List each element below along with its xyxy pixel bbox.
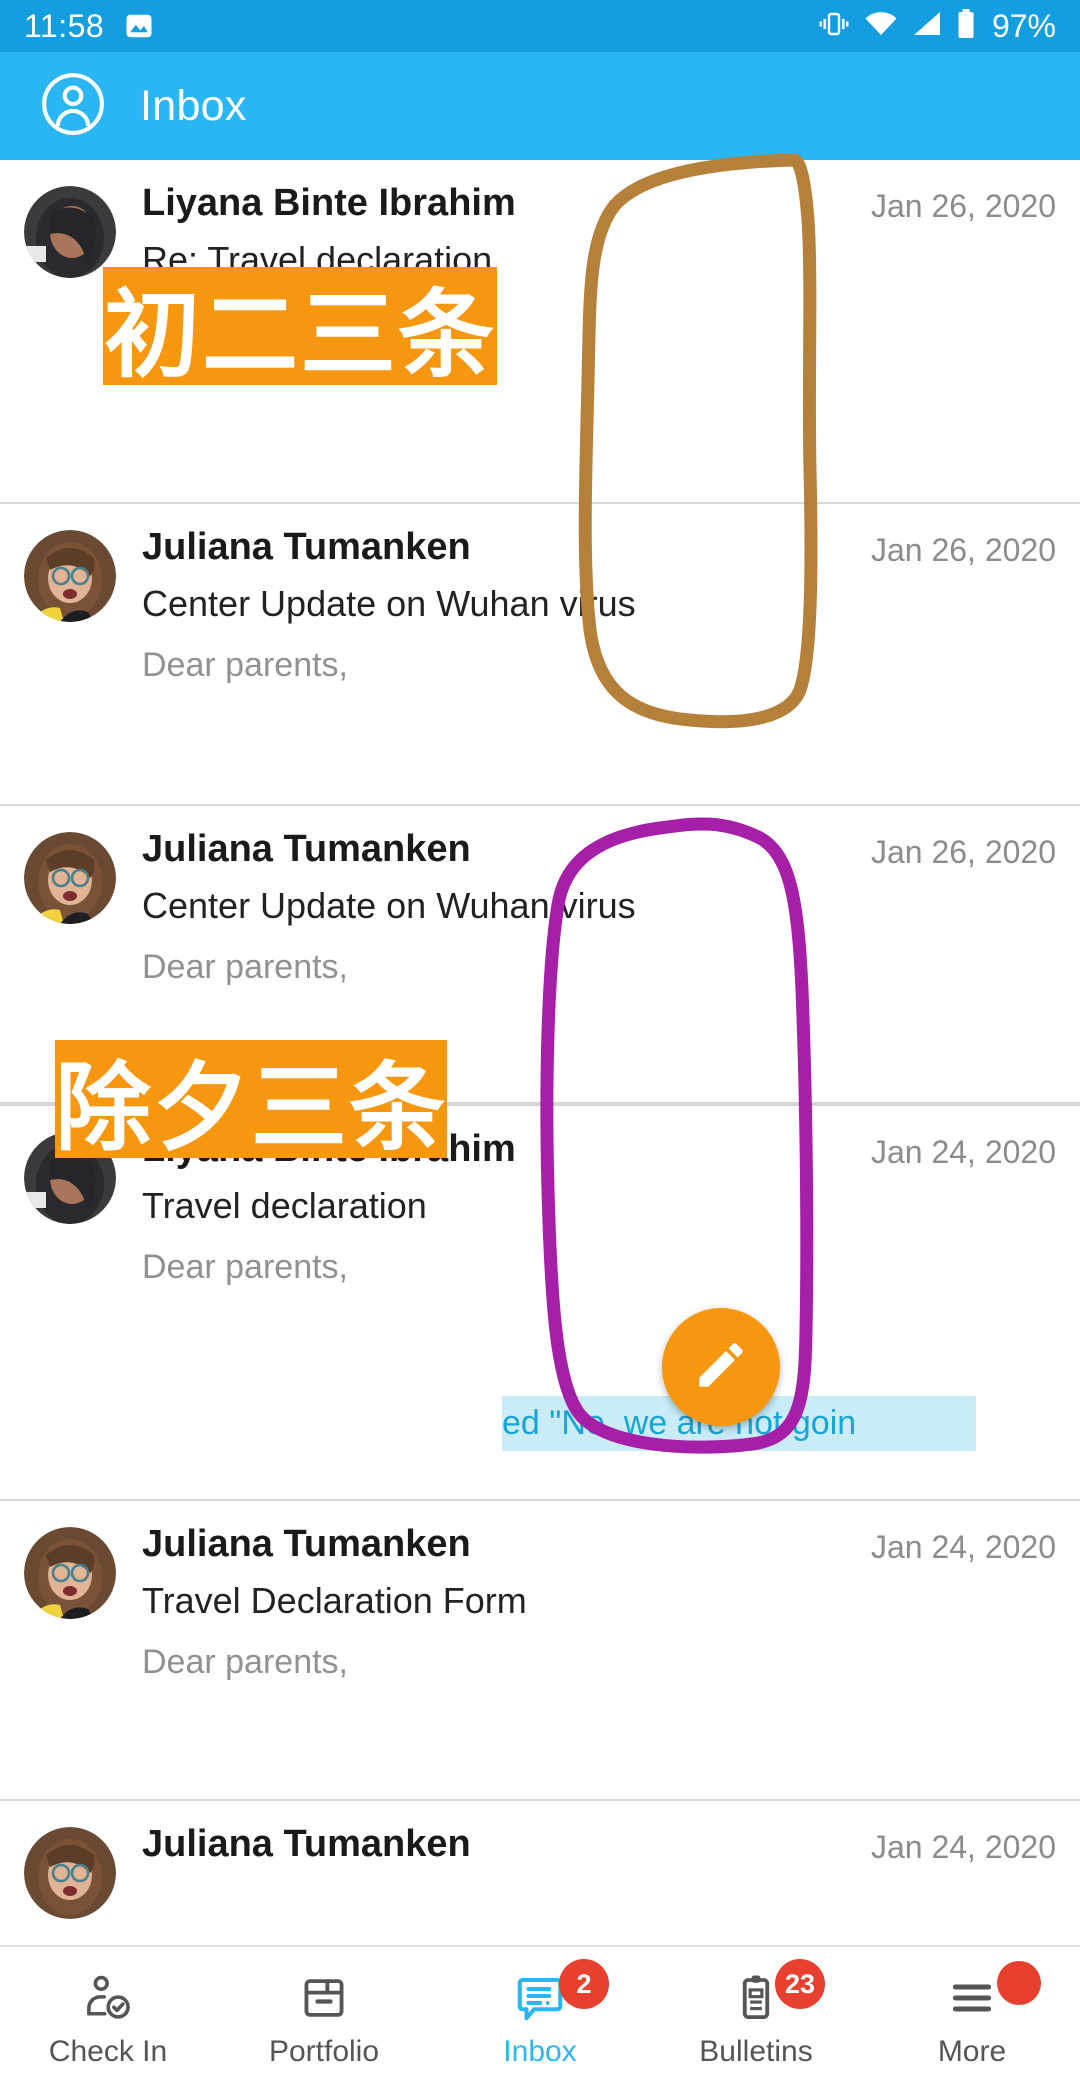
annotation-label-1: 初二三条	[103, 267, 497, 391]
message-sender: Juliana Tumanken	[142, 526, 471, 568]
message-subject: Center Update on Wuhan virus	[142, 885, 636, 926]
annotation-label-2: 除夕三条	[55, 1040, 447, 1164]
avatar	[24, 1527, 116, 1619]
avatar	[24, 832, 116, 924]
person-check-icon	[81, 1967, 135, 2029]
bottom-navigation[interactable]: Check In Portfolio 2 Inbox 23 Bulletins …	[0, 1945, 1080, 2083]
message-preview: Dear parents,	[142, 1643, 348, 1682]
inbox-badge: 2	[559, 1959, 609, 2009]
app-bar: Inbox	[0, 52, 1080, 160]
hamburger-menu-icon	[945, 1961, 1041, 2029]
battery-percentage: 97%	[991, 7, 1056, 44]
list-item[interactable]: Juliana Tumanken Jan 24, 2020 Travel Dec…	[0, 1501, 1080, 1801]
message-sender: Juliana Tumanken	[142, 1523, 471, 1565]
nav-item-check-in[interactable]: Check In	[0, 1947, 216, 2083]
message-date: Jan 24, 2020	[870, 1134, 1056, 1170]
nav-label-portfolio: Portfolio	[268, 2035, 380, 2068]
nav-item-portfolio[interactable]: Portfolio	[216, 1947, 432, 2083]
photo-icon	[124, 11, 154, 41]
chat-bubble-icon: 2	[513, 1959, 609, 2029]
compose-fab-button[interactable]	[662, 1308, 780, 1426]
avatar	[24, 186, 116, 278]
message-sender: Liyana Binte Ibrahim	[142, 182, 516, 224]
message-sender: Juliana Tumanken	[142, 828, 471, 870]
status-bar-indicators: 97%	[818, 8, 1056, 45]
avatar	[24, 530, 116, 622]
message-preview: Dear parents,	[142, 948, 348, 987]
nav-label-bulletins: Bulletins	[699, 2035, 813, 2068]
message-date: Jan 26, 2020	[870, 834, 1056, 870]
wifi-icon	[864, 10, 898, 43]
account-circle-icon[interactable]	[40, 71, 106, 142]
clipboard-icon: 23	[729, 1959, 826, 2029]
battery-icon	[956, 8, 976, 44]
list-item[interactable]: Juliana Tumanken Jan 24, 2020	[0, 1801, 1080, 1945]
message-subject: Travel Declaration Form	[142, 1580, 527, 1621]
nav-label-inbox: Inbox	[503, 2035, 577, 2068]
list-item[interactable]: Juliana Tumanken Jan 26, 2020 Center Upd…	[0, 504, 1080, 806]
page-title: Inbox	[140, 81, 247, 130]
message-date: Jan 26, 2020	[870, 532, 1056, 568]
folder-icon	[297, 1967, 351, 2029]
message-date: Jan 26, 2020	[870, 188, 1056, 224]
nav-label-more: More	[937, 2035, 1007, 2068]
avatar	[24, 1827, 116, 1919]
message-subject: Center Update on Wuhan virus	[142, 583, 636, 624]
message-subject: Travel declaration	[142, 1185, 427, 1226]
more-badge-dot	[997, 1961, 1041, 2005]
bulletins-badge: 23	[775, 1959, 826, 2009]
nav-label-check-in: Check In	[48, 2035, 168, 2068]
nav-item-inbox[interactable]: 2 Inbox	[432, 1947, 648, 2083]
nav-item-bulletins[interactable]: 23 Bulletins	[648, 1947, 864, 2083]
status-bar: 11:58 97%	[0, 0, 1080, 52]
signal-icon	[912, 10, 942, 43]
nav-item-more[interactable]: More	[864, 1947, 1080, 2083]
message-sender: Juliana Tumanken	[142, 1823, 471, 1865]
status-bar-clock: 11:58	[24, 7, 105, 44]
message-date: Jan 24, 2020	[870, 1829, 1056, 1865]
pencil-edit-icon	[692, 1336, 750, 1399]
message-preview: Dear parents,	[142, 1248, 348, 1287]
message-preview: Dear parents,	[142, 646, 348, 685]
vibrate-icon	[818, 10, 850, 43]
message-date: Jan 24, 2020	[870, 1529, 1056, 1565]
